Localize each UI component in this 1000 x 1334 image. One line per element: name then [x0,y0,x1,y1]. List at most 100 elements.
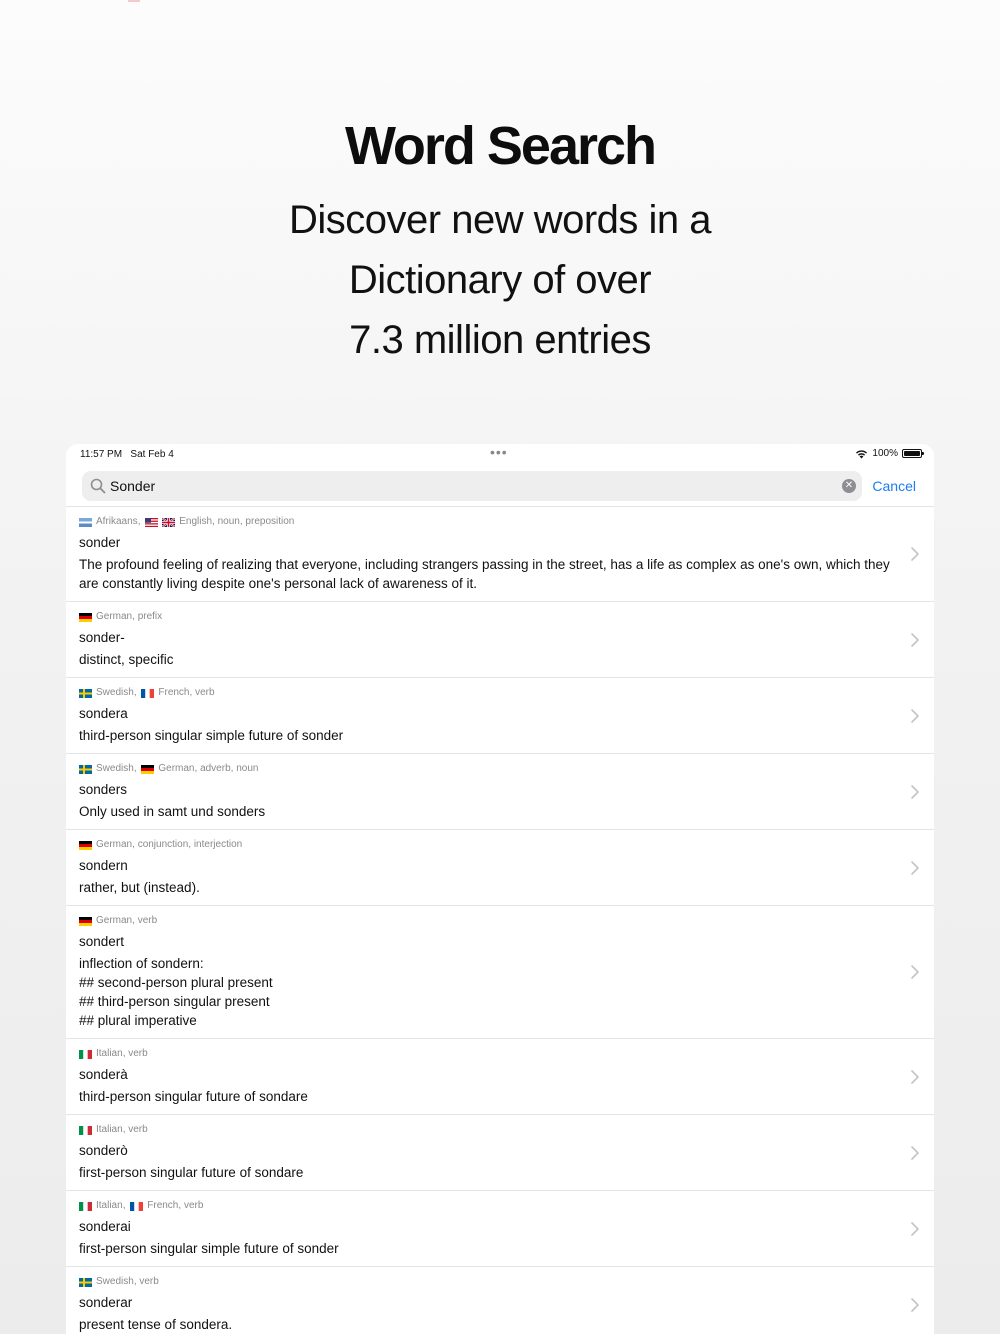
part-of-speech: prefix [137,611,163,622]
chevron-right-icon [910,1221,920,1237]
multitasking-dots-icon[interactable]: ••• [490,444,508,460]
result-word: sonderò [79,1143,128,1158]
part-of-speech: verb [137,915,158,926]
flag-se-icon [79,764,92,774]
flag-za-icon [79,517,92,527]
flag-it-icon [79,1201,92,1211]
result-row[interactable]: German, prefix sonder-distinct, specific [66,602,934,678]
status-bar: 11:57 PM Sat Feb 4 ••• 100% [66,444,934,466]
result-definition: third-person singular simple future of s… [79,728,344,743]
clear-search-icon[interactable]: ✕ [842,479,856,493]
result-word: sonder [79,535,121,550]
result-word: sonderà [79,1067,128,1082]
status-right: 100% [855,448,924,459]
flag-uk-icon [161,516,176,528]
flag-fr-icon [130,1201,144,1211]
cancel-button[interactable]: Cancel [872,478,916,494]
result-word: sondera [79,706,128,721]
result-row[interactable]: German, conjunction, interjection sondern… [66,830,934,906]
result-definition: third-person singular future of sondare [79,1089,308,1104]
language-label: Italian [96,1124,123,1135]
result-row[interactable]: Swedish, verb sonderar present tense of so… [66,1267,934,1334]
result-definition: The profound feeling of realizing that e… [79,557,890,591]
flag-de-icon [79,840,92,850]
part-of-speech: verb [128,1048,148,1059]
result-word: sondert [79,934,125,949]
search-input[interactable] [110,478,810,494]
result-row[interactable]: Swedish, German, adverb, noun sonders Only… [66,754,934,830]
flag-us-icon [145,517,159,527]
flag-de-icon [79,612,92,622]
language-label: Swedish [96,763,134,774]
language-label: German [96,839,133,850]
battery-percent: 100% [872,448,898,459]
result-meta: Italian, verb [79,1047,894,1061]
language-label: French [158,687,190,698]
result-row[interactable]: Italian, French, verb sonderai first-perso… [66,1191,934,1267]
chevron-right-icon [910,546,920,562]
search-row: ✕ Cancel [66,466,934,506]
language-label: Afrikaans [96,516,138,527]
part-of-speech: adverb, noun [200,763,259,774]
result-definition: rather, but (instead). [79,880,200,895]
result-word: sonderar [79,1295,133,1310]
result-meta: Italian, verb [79,1123,894,1137]
result-word: sondern [79,858,128,873]
hero-subtitle-line: Discover new words in a [289,198,712,242]
hero-title: Word Search [344,116,657,176]
part-of-speech: verb [195,687,215,698]
result-meta: Swedish, French, verb [79,686,894,700]
chevron-right-icon [910,1297,920,1313]
result-word: sonderai [79,1219,131,1234]
part-of-speech: verb [183,1200,204,1211]
result-meta: Italian, French, verb [79,1199,894,1213]
status-date: Sat Feb 4 [130,449,174,460]
result-meta: German, verb [79,914,894,928]
language-label: English [179,516,213,527]
status-clock: 11:57 PM [80,449,123,460]
language-label: French [147,1200,179,1211]
chevron-right-icon [910,860,920,876]
language-label: German [96,611,133,622]
flag-fr-icon [141,688,155,698]
result-row[interactable]: Italian, verb sonderò first-person singula… [66,1115,934,1191]
separator: , [133,763,140,774]
language-label: Swedish [96,1276,134,1287]
language-label: German [158,763,195,774]
result-definition: first-person singular simple future of s… [79,1241,339,1256]
flag-it-icon [79,1125,92,1135]
flag-de-icon [79,916,92,926]
result-meta: Swedish, verb [79,1275,894,1289]
result-row[interactable]: Swedish, French, verb sondera third-person… [66,678,934,754]
language-label: Swedish [96,687,134,698]
hero: Word Search Discover new words in a Dict… [0,112,1000,370]
search-field[interactable]: ✕ [82,471,862,501]
chevron-right-icon [910,1145,920,1161]
status-time: 11:57 PM Sat Feb 4 [80,449,174,460]
flag-se-icon [79,1277,92,1287]
separator: , [133,687,140,698]
part-of-speech: verb [128,1124,148,1135]
result-word: sonders [79,782,128,797]
separator: , [122,1200,129,1211]
battery-icon [902,449,924,458]
results-list: Afrikaans, English, noun, preposition son… [66,506,934,1334]
separator: , [137,516,144,527]
chevron-right-icon [910,632,920,648]
result-word: sonder- [79,630,125,645]
result-meta: German, conjunction, interjection [79,838,894,852]
part-of-speech: conjunction, interjection [137,839,243,850]
language-label: German [96,915,133,926]
flag-de-icon [141,764,155,774]
result-row[interactable]: German, verb sondert inflection of sondern… [66,906,934,1039]
result-row[interactable]: Italian, verb sonderà third-person singula… [66,1039,934,1115]
result-meta: Swedish, German, adverb, noun [79,762,894,776]
language-label: Italian [96,1048,123,1059]
flag-se-icon [79,688,92,698]
result-definition: distinct, specific [79,652,174,667]
result-definition: Only used in samt und sonders [79,804,266,819]
chevron-right-icon [910,1069,920,1085]
top-accent-mark [128,0,140,2]
result-row[interactable]: Afrikaans, English, noun, preposition son… [66,507,934,602]
result-definition: inflection of sondern: ## second-person … [79,956,273,1028]
